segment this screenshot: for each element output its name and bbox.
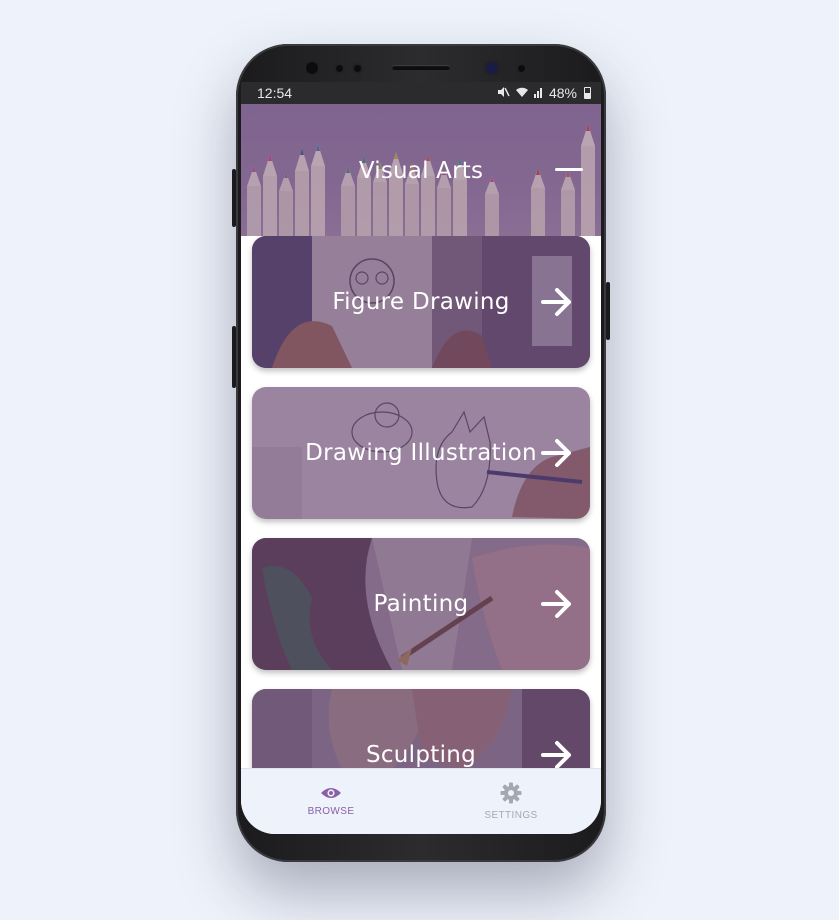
card-label: Painting (373, 591, 469, 617)
wifi-icon (515, 86, 529, 101)
card-drawing-illustration[interactable]: Drawing Illustration (252, 387, 590, 519)
bottom-navigation: BROWSE SETTINGS (241, 768, 601, 834)
status-bar: 12:54 48% (241, 82, 601, 104)
app-screen: 12:54 48% Visual Arts Figure Drawing Dra… (241, 82, 601, 834)
front-camera (306, 62, 318, 74)
card-label: Drawing Illustration (305, 440, 537, 466)
card-label: Sculpting (365, 742, 477, 768)
volume-button (232, 169, 236, 227)
earpiece-speaker (392, 65, 450, 70)
battery-percent: 48% (548, 85, 577, 101)
nav-browse-label: BROWSE (307, 806, 355, 817)
sensor (336, 65, 343, 72)
eye-icon (321, 788, 341, 798)
sensor (354, 65, 361, 72)
bixby-button (232, 326, 236, 388)
status-time: 12:54 (257, 85, 293, 101)
arrow-right-icon (541, 288, 571, 316)
subcategory-list: Figure Drawing Drawing Illustration Pain… (241, 236, 601, 776)
power-button (606, 282, 610, 340)
card-painting[interactable]: Painting (252, 538, 590, 670)
nav-browse[interactable]: BROWSE (241, 769, 421, 834)
sensor (518, 65, 525, 72)
page-title: Visual Arts (358, 158, 484, 184)
nav-settings-label: SETTINGS (484, 810, 538, 821)
arrow-right-icon (541, 741, 571, 769)
card-label: Figure Drawing (332, 289, 510, 315)
phone-frame: 12:54 48% Visual Arts Figure Drawing Dra… (232, 44, 610, 862)
card-figure-drawing[interactable]: Figure Drawing (252, 236, 590, 368)
iris-scanner (486, 62, 498, 74)
mute-icon (497, 86, 510, 101)
arrow-right-icon (541, 590, 571, 618)
signal-icon (533, 86, 544, 101)
category-header: Visual Arts (241, 104, 601, 236)
arrow-right-icon (541, 439, 571, 467)
minus-icon[interactable] (555, 168, 583, 171)
card-sculpting[interactable]: Sculpting (252, 689, 590, 776)
battery-icon (584, 87, 591, 99)
gear-icon (500, 782, 522, 804)
nav-settings[interactable]: SETTINGS (421, 769, 601, 834)
